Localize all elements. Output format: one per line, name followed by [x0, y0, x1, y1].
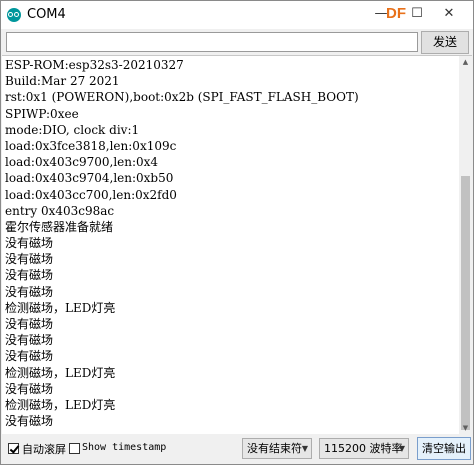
send-bar: 发送 — [1, 29, 473, 55]
baud-rate-select[interactable]: 115200 波特率 ▼ — [319, 438, 409, 459]
autoscroll-checkbox[interactable] — [8, 443, 19, 454]
scroll-down-arrow-icon[interactable]: ▼ — [459, 422, 472, 434]
output-line: SPIWP:0xee — [5, 106, 79, 121]
output-line: load:0x403c9700,len:0x4 — [5, 155, 159, 170]
output-line: 没有磁场 — [5, 268, 54, 283]
output-line: 检测磁场，LED灯亮 — [5, 300, 116, 315]
clear-output-button[interactable]: 清空输出 — [417, 437, 471, 460]
maximize-button[interactable]: ☐ — [409, 3, 425, 25]
output-line: 没有磁场 — [5, 349, 54, 364]
output-line: rst:0x1 (POWERON),boot:0x2b (SPI_FAST_FL… — [5, 90, 359, 105]
output-line: load:0x403cc700,len:0x2fd0 — [5, 187, 177, 202]
output-line: 检测磁场，LED灯亮 — [5, 365, 116, 380]
output-line: 霍尔传感器准备就绪 — [5, 219, 114, 234]
serial-output-area[interactable]: ESP-ROM:esp32s3-20210327 Build:Mar 27 202… — [2, 55, 472, 434]
output-line: 没有磁场 — [5, 333, 54, 348]
output-line: 没有磁场 — [5, 414, 54, 429]
baud-rate-value: 115200 波特率 — [324, 442, 403, 455]
title-bar: COM4 DF — ☐ ✕ — [1, 1, 473, 29]
line-ending-value: 没有结束符 — [247, 442, 302, 455]
send-input[interactable] — [6, 32, 418, 52]
df-watermark-logo: DF — [386, 5, 406, 22]
output-line: 没有磁场 — [5, 381, 54, 396]
output-line: 检测磁场，LED灯亮 — [5, 397, 116, 412]
output-line: ESP-ROM:esp32s3-20210327 — [5, 58, 184, 72]
show-timestamp-checkbox[interactable] — [69, 443, 80, 454]
serial-monitor-window: COM4 DF — ☐ ✕ 发送 ESP-ROM:esp32s3-2021032… — [0, 0, 474, 465]
chevron-down-icon: ▼ — [398, 444, 405, 453]
output-line: load:0x3fce3818,len:0x109c — [5, 138, 177, 153]
chevron-down-icon: ▼ — [301, 444, 308, 453]
window-title: COM4 — [27, 7, 66, 22]
scroll-thumb[interactable] — [461, 176, 470, 430]
bottom-toolbar: 自动滚屏 Show timestamp 没有结束符 ▼ 115200 波特率 ▼… — [1, 434, 473, 464]
serial-output-lines: ESP-ROM:esp32s3-20210327 Build:Mar 27 202… — [5, 57, 457, 429]
close-button[interactable]: ✕ — [439, 3, 459, 25]
output-line: 没有磁场 — [5, 236, 54, 251]
scroll-up-arrow-icon[interactable]: ▲ — [459, 56, 472, 68]
arduino-icon — [7, 8, 21, 22]
send-button[interactable]: 发送 — [421, 31, 469, 54]
output-line: 没有磁场 — [5, 252, 54, 267]
line-ending-select[interactable]: 没有结束符 ▼ — [242, 438, 312, 459]
show-timestamp-label[interactable]: Show timestamp — [82, 442, 166, 453]
minimize-button[interactable]: — — [373, 3, 389, 25]
output-line: 没有磁场 — [5, 284, 54, 299]
output-line: 没有磁场 — [5, 317, 54, 331]
output-line: Build:Mar 27 2021 — [5, 74, 120, 89]
autoscroll-label[interactable]: 自动滚屏 — [22, 441, 66, 457]
output-line: entry 0x403c98ac — [5, 203, 115, 218]
output-line: mode:DIO, clock div:1 — [5, 122, 140, 137]
vertical-scrollbar[interactable]: ▲ ▼ — [459, 56, 472, 434]
output-line: load:0x403c9704,len:0xb50 — [5, 171, 174, 186]
